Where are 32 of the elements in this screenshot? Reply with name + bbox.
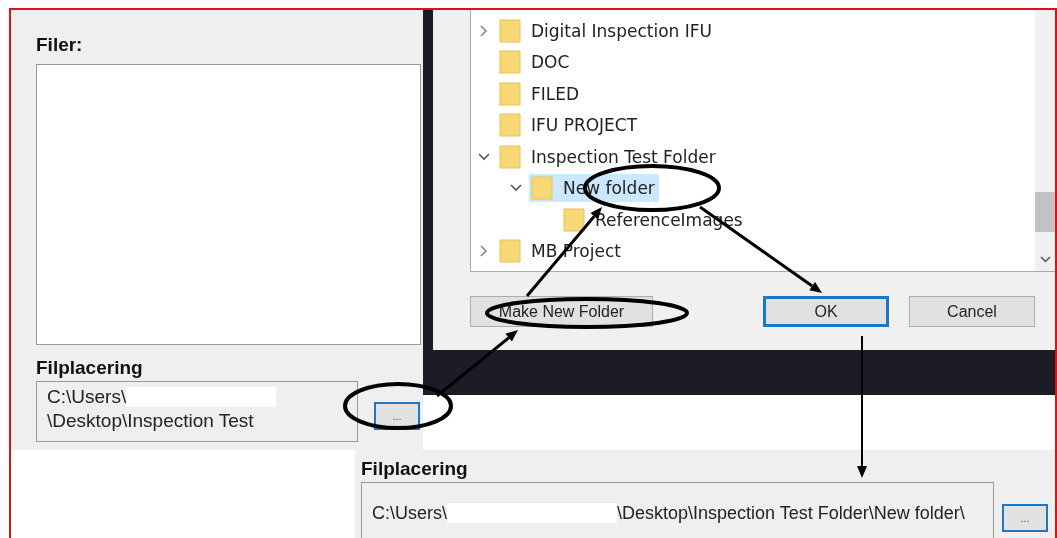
location-label: Filplacering xyxy=(361,458,469,480)
location-field[interactable]: C:\Users\ \Desktop\Inspection Test xyxy=(36,381,358,442)
folder-tree-item[interactable]: MB Project xyxy=(497,237,625,266)
path-text: \Desktop\Inspection Test Folder\New folder\ xyxy=(617,502,965,524)
path-text: \Desktop\Inspection Test xyxy=(47,410,254,432)
chevron-right-icon[interactable] xyxy=(480,24,488,37)
folder-tree-item[interactable]: DOC xyxy=(497,48,574,77)
folder-icon xyxy=(499,144,521,169)
browse-button[interactable]: ... xyxy=(1002,504,1048,532)
dialog-button[interactable]: OK xyxy=(763,296,889,327)
folder-icon xyxy=(563,207,585,232)
files-label: Filer: xyxy=(36,34,84,56)
folder-icon xyxy=(499,18,521,43)
dialog-button[interactable]: Cancel xyxy=(909,296,1035,327)
location-label: Filplacering xyxy=(36,357,144,379)
folder-icon xyxy=(499,50,521,75)
chevron-right-icon[interactable] xyxy=(480,245,488,258)
chevron-down-icon[interactable] xyxy=(478,152,490,161)
location-field[interactable]: C:\Users\ \Desktop\Inspection Test Folder\New folder\ xyxy=(361,482,994,538)
folder-icon xyxy=(499,239,521,264)
scrollbar[interactable] xyxy=(1035,10,1055,271)
scrollbar-thumb[interactable] xyxy=(1035,192,1055,232)
folder-tree-item[interactable]: Inspection Test Folder xyxy=(497,142,720,171)
folder-tree-item[interactable]: FILED xyxy=(497,79,584,108)
folder-tree-item[interactable]: IFU PROJECT xyxy=(497,111,642,140)
folder-icon xyxy=(499,113,521,138)
path-text: C:\Users\ xyxy=(47,386,127,408)
chevron-down-icon[interactable] xyxy=(510,184,522,193)
folder-tree-item[interactable]: Digital Inspection IFU xyxy=(497,16,716,45)
path-text: C:\Users\ xyxy=(372,502,447,524)
scroll-down-icon[interactable] xyxy=(1040,256,1051,263)
folder-icon xyxy=(499,81,521,106)
